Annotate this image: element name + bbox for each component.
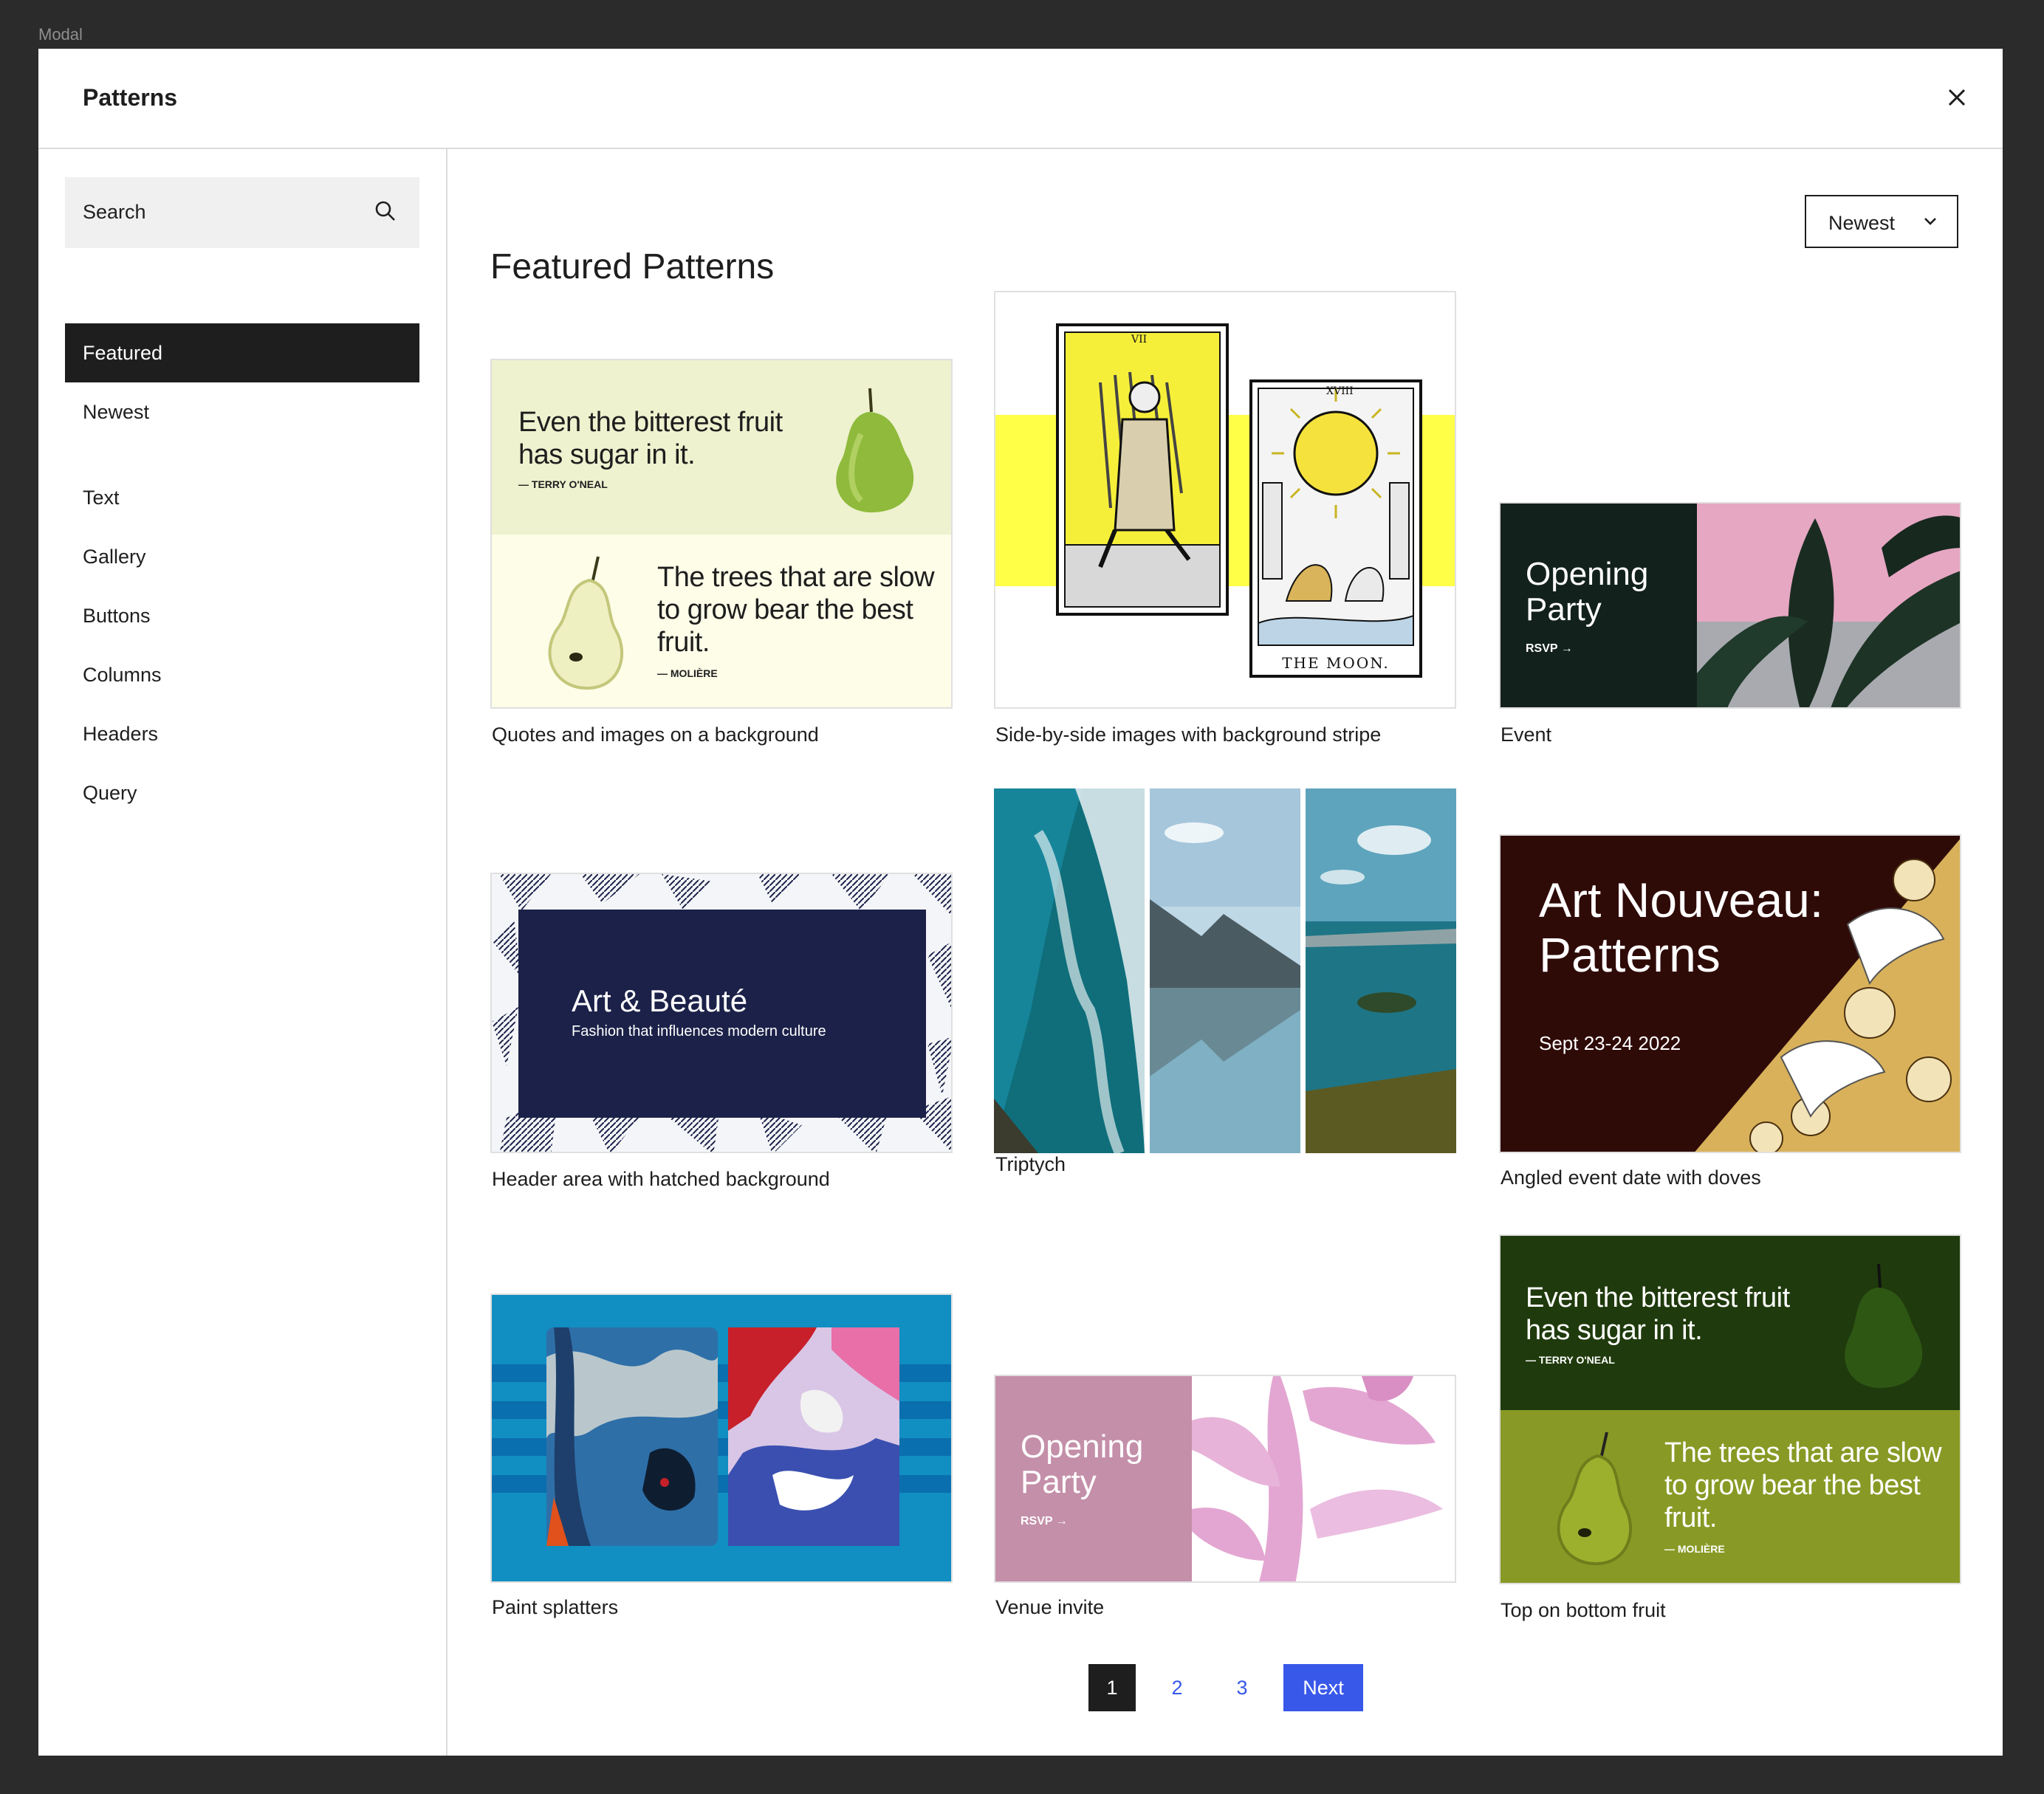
pattern-caption: Side-by-side images with background stri… (995, 724, 1382, 746)
pattern-preview: Opening Party RSVP → (1499, 502, 1961, 709)
triptych-panel-island (1306, 788, 1456, 1153)
tarot-numeral: VII (1131, 334, 1148, 346)
pattern-caption: Event (1501, 724, 1552, 746)
pattern-card-paint-splatters[interactable]: Paint splatters (490, 1293, 953, 1677)
quote-text: Even the bitterest fruit has sugar in it… (1526, 1282, 1790, 1346)
plant-image (1697, 504, 1960, 707)
pattern-card-top-bottom-fruit[interactable]: Even the bitterest fruit has sugar in it… (1499, 1234, 1961, 1677)
next-page-button[interactable]: Next (1283, 1664, 1363, 1711)
sidebar-item-newest[interactable]: Newest (65, 382, 419, 441)
pattern-caption: Venue invite (995, 1596, 1105, 1618)
search-placeholder: Search (83, 201, 146, 223)
pear-half-image (1557, 1432, 1632, 1566)
patterns-modal: Patterns Search Featured Newest Text Gal… (38, 49, 2003, 1756)
triptych-panel-lake (1150, 788, 1300, 1153)
sidebar-item-buttons[interactable]: Buttons (65, 586, 419, 645)
chevron-down-icon (1924, 218, 1936, 225)
pear-image (836, 388, 914, 513)
pattern-caption: Paint splatters (492, 1596, 619, 1618)
paint-image-blue (546, 1327, 718, 1546)
pattern-card-art-nouveau[interactable]: Art Nouveau: Patterns Sept 23-24 2022 An… (1499, 834, 1961, 1246)
page-button-2[interactable]: 2 (1153, 1664, 1201, 1711)
quote-author-2: — MOLIÈRE (1664, 1543, 1725, 1555)
paint-image-pink (728, 1327, 899, 1546)
event-date: Sept 23-24 2022 (1539, 1032, 1681, 1054)
search-icon[interactable] (374, 199, 397, 223)
pattern-preview: Art Nouveau: Patterns Sept 23-24 2022 (1499, 834, 1961, 1153)
pattern-caption: Header area with hatched background (492, 1168, 830, 1190)
quote-author: — TERRY O'NEAL (1526, 1354, 1615, 1366)
moon-card-image (1249, 379, 1422, 678)
search-input[interactable]: Search (65, 177, 419, 248)
sort-value: Newest (1828, 212, 1896, 234)
rsvp-link: RSVP → (1526, 642, 1573, 655)
pattern-preview: Even the bitterest fruit has sugar in it… (490, 359, 953, 709)
frame-label: Modal (38, 25, 83, 44)
tarot-card-image (1056, 323, 1229, 616)
quote-text-2: The trees that are slow to grow bear the… (1664, 1437, 1942, 1533)
pattern-card-triptych[interactable]: Triptych (994, 788, 1456, 1246)
pink-leaves-image (1192, 1376, 1443, 1581)
pattern-preview (490, 1293, 953, 1583)
close-button[interactable] (1941, 81, 1973, 114)
quote-text-2: The trees that are slow to grow bear the… (657, 562, 935, 658)
sidebar: Search Featured Newest Text Gallery Butt… (38, 149, 447, 1756)
quote-text: Even the bitterest fruit has sugar in it… (518, 407, 783, 470)
venue-title: Opening Party (1021, 1429, 1144, 1500)
page-button-1[interactable]: 1 (1088, 1664, 1136, 1711)
header-title: Art & Beauté (572, 983, 748, 1018)
sidebar-item-query[interactable]: Query (65, 763, 419, 822)
pattern-caption: Triptych (995, 1153, 1066, 1175)
close-icon (1948, 89, 1966, 106)
sort-dropdown[interactable]: Newest (1805, 195, 1958, 248)
pattern-card-side-by-side[interactable]: VII XVIII THE MOON. Side-by-side images … (994, 291, 1456, 802)
pattern-card-quotes-images[interactable]: Even the bitterest fruit has sugar in it… (490, 359, 953, 802)
quote-author: — TERRY O'NEAL (518, 478, 608, 490)
pattern-caption: Angled event date with doves (1501, 1166, 1761, 1189)
sidebar-item-text[interactable]: Text (65, 468, 419, 527)
quote-author-2: — MOLIÈRE (657, 667, 718, 679)
moon-numeral: XVIII (1326, 385, 1354, 397)
pattern-preview: Opening Party RSVP → (994, 1375, 1456, 1583)
sidebar-item-headers[interactable]: Headers (65, 704, 419, 763)
sidebar-item-featured[interactable]: Featured (65, 323, 419, 382)
page-title: Featured Patterns (490, 247, 775, 286)
event-title: Opening Party (1526, 556, 1649, 628)
rsvp-link: RSVP → (1021, 1515, 1068, 1527)
pattern-preview: Art & Beauté Fashion that influences mod… (490, 873, 953, 1153)
pattern-card-venue-invite[interactable]: Opening Party RSVP → Venue invite (994, 1375, 1456, 1677)
modal-header: Patterns (38, 49, 2003, 149)
event-title: Art Nouveau: Patterns (1539, 873, 1824, 982)
pattern-caption: Quotes and images on a background (492, 724, 819, 746)
pattern-card-hatched-header[interactable]: Art & Beauté Fashion that influences mod… (490, 873, 953, 1246)
pattern-preview: Even the bitterest fruit has sugar in it… (1499, 1234, 1961, 1584)
triptych-panel-ocean (994, 788, 1145, 1153)
sidebar-item-gallery[interactable]: Gallery (65, 527, 419, 586)
pattern-caption: Top on bottom fruit (1501, 1599, 1666, 1621)
sidebar-item-columns[interactable]: Columns (65, 645, 419, 704)
moon-card-name: THE MOON. (1282, 654, 1390, 672)
pattern-preview: VII XVIII THE MOON. (994, 291, 1456, 709)
pattern-card-event[interactable]: Opening Party RSVP → Event (1499, 502, 1961, 802)
pear-half-image (548, 556, 623, 690)
page-button-3[interactable]: 3 (1218, 1664, 1266, 1711)
header-subtitle: Fashion that influences modern culture (572, 1023, 826, 1039)
pear-image (1845, 1263, 1923, 1389)
modal-title: Patterns (83, 84, 178, 111)
